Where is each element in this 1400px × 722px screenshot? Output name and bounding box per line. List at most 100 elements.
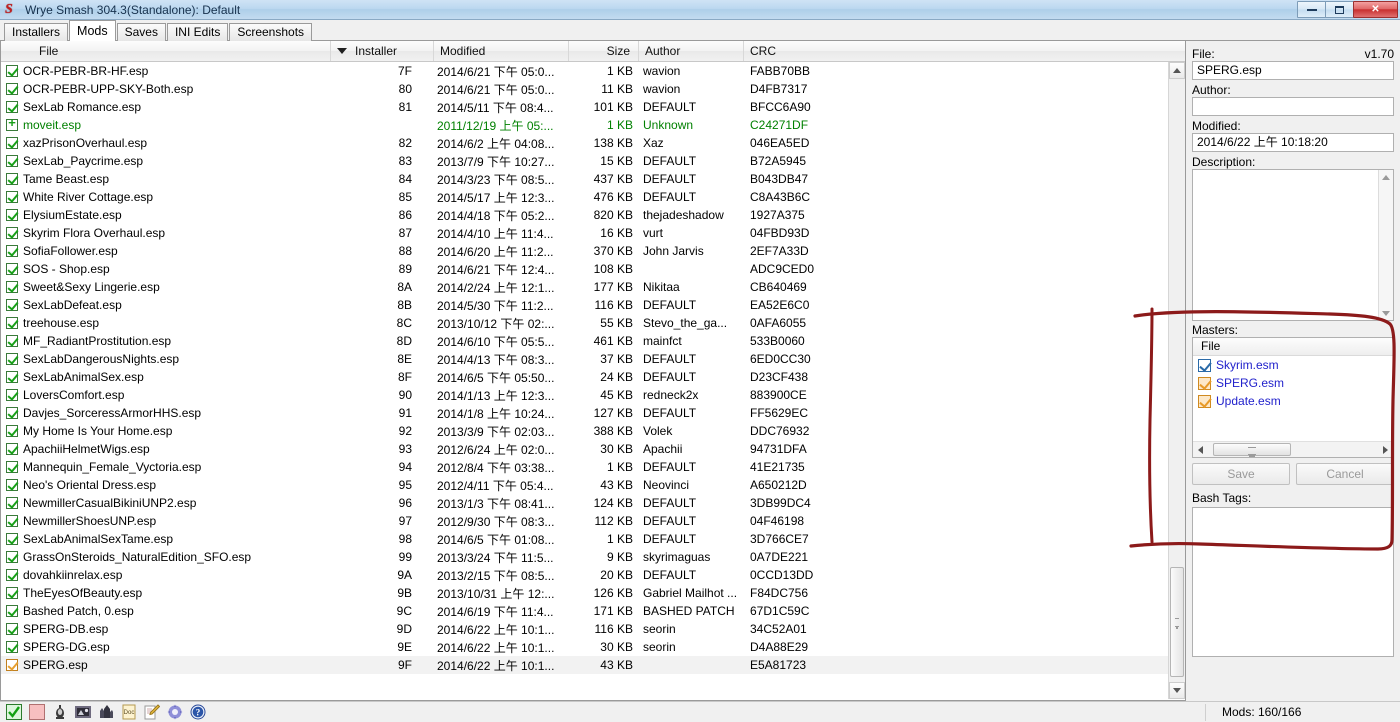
- table-row[interactable]: moveit.esp 2011/12/19 上午 05:... 1 KB Unknow…: [1, 116, 1185, 134]
- row-checkbox-icon[interactable]: [6, 623, 18, 635]
- master-checkbox-icon[interactable]: [1198, 394, 1211, 408]
- table-row[interactable]: SOS - Shop.esp 89 2014/6/21 下午 12:4... 108 …: [1, 260, 1185, 278]
- table-row[interactable]: SPERG.esp 9F 2014/6/22 上午 10:1... 43 KB E5A8…: [1, 656, 1185, 674]
- close-button[interactable]: ✕: [1353, 1, 1398, 18]
- row-checkbox-icon[interactable]: [6, 443, 18, 455]
- tab-screenshots[interactable]: Screenshots: [229, 23, 313, 41]
- table-row[interactable]: SexLabDefeat.esp 8B 2014/5/30 下午 11:2... 11…: [1, 296, 1185, 314]
- city-icon[interactable]: [98, 704, 114, 720]
- table-row[interactable]: NewmillerShoesUNP.esp 97 2012/9/30 下午 08:3…: [1, 512, 1185, 530]
- row-checkbox-icon[interactable]: [6, 551, 18, 563]
- table-row[interactable]: SexLab Romance.esp 81 2014/5/11 下午 08:4...…: [1, 98, 1185, 116]
- scroll-down-arrow[interactable]: [1169, 682, 1185, 699]
- tab-mods[interactable]: Mods: [69, 20, 116, 41]
- table-row[interactable]: TheEyesOfBeauty.esp 9B 2013/10/31 上午 12:..…: [1, 584, 1185, 602]
- save-button[interactable]: Save: [1192, 463, 1290, 485]
- pink-square-icon[interactable]: [29, 704, 45, 720]
- table-row[interactable]: ApachiiHelmetWigs.esp 93 2012/6/24 上午 02:0…: [1, 440, 1185, 458]
- file-name-field[interactable]: SPERG.esp: [1192, 61, 1394, 80]
- row-checkbox-icon[interactable]: [6, 137, 18, 149]
- table-row[interactable]: SexLabAnimalSexTame.esp 98 2014/6/5 下午 01:…: [1, 530, 1185, 548]
- row-checkbox-icon[interactable]: [6, 65, 18, 77]
- modified-field[interactable]: 2014/6/22 上午 10:18:20: [1192, 133, 1394, 152]
- row-checkbox-icon[interactable]: [6, 515, 18, 527]
- row-checkbox-icon[interactable]: [6, 605, 18, 617]
- tab-ini-edits[interactable]: INI Edits: [166, 23, 229, 41]
- table-row[interactable]: SexLab_Paycrime.esp 83 2013/7/9 下午 10:27..…: [1, 152, 1185, 170]
- description-scrollbar[interactable]: [1378, 170, 1393, 320]
- row-checkbox-icon[interactable]: [6, 425, 18, 437]
- masters-scroll-thumb[interactable]: [1213, 443, 1291, 456]
- table-row[interactable]: dovahkiinrelax.esp 9A 2013/2/15 下午 08:5...…: [1, 566, 1185, 584]
- row-checkbox-icon[interactable]: [6, 227, 18, 239]
- green-check-icon[interactable]: [6, 704, 22, 720]
- table-row[interactable]: SPERG-DB.esp 9D 2014/6/22 上午 10:1... 116 KB…: [1, 620, 1185, 638]
- scroll-thumb[interactable]: [1170, 567, 1184, 677]
- scroll-up-arrow[interactable]: [1169, 62, 1185, 79]
- column-header-crc[interactable]: CRC: [744, 41, 1164, 61]
- table-row[interactable]: SexLabDangerousNights.esp 8E 2014/4/13 下午 …: [1, 350, 1185, 368]
- table-row[interactable]: OCR-PEBR-BR-HF.esp 7F 2014/6/21 下午 05:0...…: [1, 62, 1185, 80]
- column-header-modified[interactable]: Modified: [434, 41, 569, 61]
- row-checkbox-icon[interactable]: [6, 407, 18, 419]
- row-checkbox-icon[interactable]: [6, 317, 18, 329]
- maximize-button[interactable]: [1325, 1, 1354, 18]
- masters-column-header-file[interactable]: File: [1193, 338, 1393, 356]
- doc-icon[interactable]: Doc: [121, 704, 137, 720]
- skyrim-tes-icon[interactable]: [75, 704, 91, 720]
- masters-scroll-left-arrow[interactable]: [1193, 445, 1208, 454]
- row-checkbox-icon[interactable]: [6, 263, 18, 275]
- row-checkbox-icon[interactable]: [6, 569, 18, 581]
- row-checkbox-icon[interactable]: [6, 497, 18, 509]
- row-checkbox-icon[interactable]: [6, 209, 18, 221]
- table-row[interactable]: Davjes_SorceressArmorHHS.esp 91 2014/1/8 上…: [1, 404, 1185, 422]
- author-field[interactable]: [1192, 97, 1394, 116]
- row-checkbox-icon[interactable]: [6, 299, 18, 311]
- row-checkbox-icon[interactable]: [6, 155, 18, 167]
- row-checkbox-icon[interactable]: [6, 533, 18, 545]
- table-row[interactable]: Bashed Patch, 0.esp 9C 2014/6/19 下午 11:4..…: [1, 602, 1185, 620]
- settings-gear-icon[interactable]: [167, 704, 183, 720]
- row-checkbox-icon[interactable]: [6, 118, 18, 131]
- mods-list-scrollbar[interactable]: [1168, 62, 1185, 699]
- table-row[interactable]: White River Cottage.esp 85 2014/5/17 上午 12…: [1, 188, 1185, 206]
- help-question-icon[interactable]: ?: [190, 704, 206, 720]
- table-row[interactable]: SexLabAnimalSex.esp 8F 2014/6/5 下午 05:50..…: [1, 368, 1185, 386]
- row-checkbox-icon[interactable]: [6, 479, 18, 491]
- table-row[interactable]: MF_RadiantProstitution.esp 8D 2014/6/10 下午…: [1, 332, 1185, 350]
- row-checkbox-icon[interactable]: [6, 587, 18, 599]
- row-checkbox-icon[interactable]: [6, 335, 18, 347]
- column-header-size[interactable]: Size: [569, 41, 639, 61]
- row-checkbox-icon[interactable]: [6, 461, 18, 473]
- table-row[interactable]: Mannequin_Female_Vyctoria.esp 94 2012/8/4 …: [1, 458, 1185, 476]
- tab-installers[interactable]: Installers: [4, 23, 69, 41]
- masters-hscrollbar[interactable]: [1193, 441, 1393, 457]
- table-row[interactable]: Tame Beast.esp 84 2014/3/23 下午 08:5... 437 …: [1, 170, 1185, 188]
- table-row[interactable]: OCR-PEBR-UPP-SKY-Both.esp 80 2014/6/21 下午 …: [1, 80, 1185, 98]
- table-row[interactable]: LoversComfort.esp 90 2014/1/13 上午 12:3... 4…: [1, 386, 1185, 404]
- master-checkbox-icon[interactable]: [1198, 358, 1211, 372]
- row-checkbox-icon[interactable]: [6, 353, 18, 365]
- row-checkbox-icon[interactable]: [6, 389, 18, 401]
- bash-tags-field[interactable]: [1192, 507, 1394, 657]
- oblivion-lamp-icon[interactable]: [52, 704, 68, 720]
- row-checkbox-icon[interactable]: [6, 83, 18, 95]
- row-checkbox-icon[interactable]: [6, 641, 18, 653]
- table-row[interactable]: ElysiumEstate.esp 86 2014/4/18 下午 05:2... 8…: [1, 206, 1185, 224]
- row-checkbox-icon[interactable]: [6, 191, 18, 203]
- table-row[interactable]: SPERG-DG.esp 9E 2014/6/22 上午 10:1... 30 KB s…: [1, 638, 1185, 656]
- description-scroll-up-arrow[interactable]: [1379, 170, 1393, 184]
- notepad-pencil-icon[interactable]: [144, 704, 161, 720]
- table-row[interactable]: Skyrim Flora Overhaul.esp 87 2014/4/10 上午 …: [1, 224, 1185, 242]
- column-header-installer[interactable]: Installer: [331, 41, 434, 61]
- table-row[interactable]: treehouse.esp 8C 2013/10/12 下午 02:... 55 KB…: [1, 314, 1185, 332]
- column-header-file[interactable]: File: [1, 41, 331, 61]
- table-row[interactable]: NewmillerCasualBikiniUNP2.esp 96 2013/1/3 …: [1, 494, 1185, 512]
- row-checkbox-icon[interactable]: [6, 659, 18, 671]
- table-row[interactable]: Sweet&Sexy Lingerie.esp 8A 2014/2/24 上午 12…: [1, 278, 1185, 296]
- row-checkbox-icon[interactable]: [6, 101, 18, 113]
- table-row[interactable]: Neo's Oriental Dress.esp 95 2012/4/11 下午 0…: [1, 476, 1185, 494]
- row-checkbox-icon[interactable]: [6, 281, 18, 293]
- table-row[interactable]: xazPrisonOverhaul.esp 82 2014/6/2 上午 04:08…: [1, 134, 1185, 152]
- master-checkbox-icon[interactable]: [1198, 376, 1211, 390]
